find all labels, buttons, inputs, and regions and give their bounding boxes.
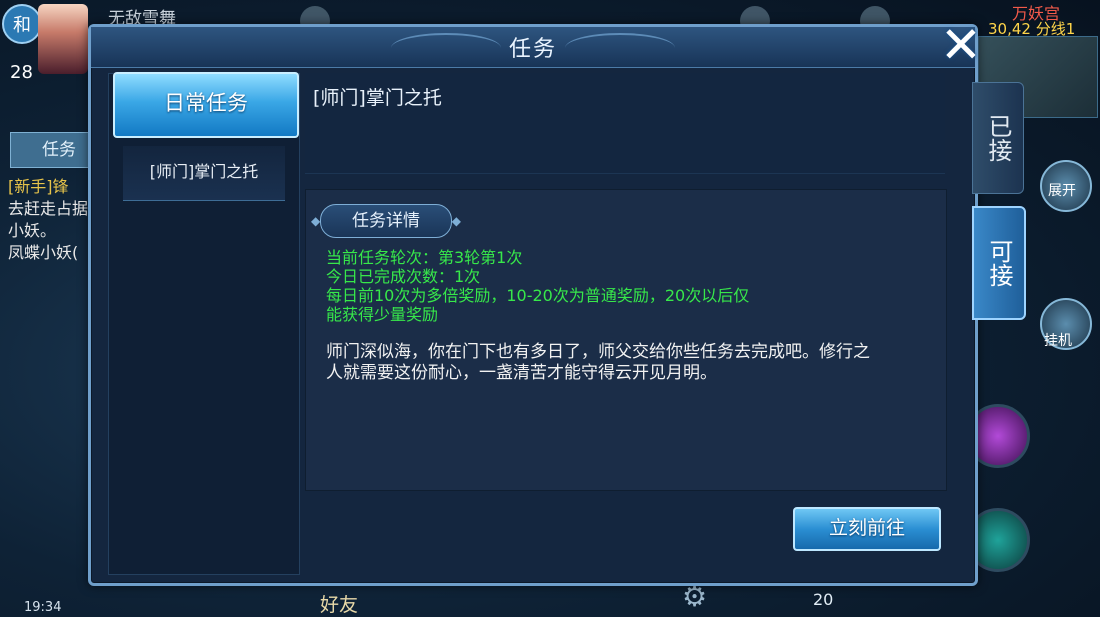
go-now-button[interactable]: 立刻前往 bbox=[793, 507, 941, 551]
daily-task-category-button[interactable]: 日常任务 bbox=[113, 72, 299, 138]
clock: 19:34 bbox=[24, 600, 62, 615]
task-header: [师门]掌门之托 bbox=[305, 73, 945, 174]
tab-available[interactable]: 可接 bbox=[972, 206, 1026, 320]
task-progress-info: 当前任务轮次：第3轮第1次 今日已完成次数：1次 每日前10次为多倍奖励，10-… bbox=[326, 248, 926, 324]
friends-button[interactable]: 好友 bbox=[320, 590, 358, 617]
task-detail-label: 任务详情 bbox=[311, 204, 461, 238]
hud-task-tracker[interactable]: [新手]锋 去赶走占据小妖。 凤蝶小妖( bbox=[8, 176, 98, 264]
player-avatar[interactable] bbox=[38, 4, 88, 74]
tab-accepted[interactable]: 已接 bbox=[972, 82, 1024, 194]
faction-badge: 和 bbox=[2, 4, 42, 44]
afk-label[interactable]: 挂机 bbox=[1044, 330, 1072, 350]
bottom-count: 20 bbox=[813, 590, 834, 609]
task-description: 师门深似海，你在门下也有多日了，师父交给你些任务去完成吧。修行之人就需要这份耐心… bbox=[326, 342, 870, 383]
hud-task-body: 去赶走占据小妖。 bbox=[8, 199, 89, 240]
task-list-item[interactable]: [师门]掌门之托 bbox=[123, 146, 285, 201]
task-list-panel: 日常任务 [师门]掌门之托 bbox=[108, 72, 300, 575]
hud-task-extra: 凤蝶小妖( bbox=[8, 243, 79, 262]
task-reward-line-cont: 能获得少量奖励 bbox=[326, 305, 439, 324]
dialog-title-bar: 任务 bbox=[91, 27, 975, 68]
close-icon[interactable]: ✕ bbox=[933, 17, 989, 73]
expand-label[interactable]: 展开 bbox=[1048, 180, 1076, 200]
task-completed-line: 今日已完成次数：1次 bbox=[326, 267, 481, 286]
task-dialog: 任务 ✕ 日常任务 [师门]掌门之托 [师门]掌门之托 任务详情 当前任务轮次：… bbox=[88, 17, 982, 586]
dialog-title: 任务 bbox=[508, 37, 557, 62]
task-title: [师门]掌门之托 bbox=[313, 87, 442, 109]
task-detail-box: 任务详情 当前任务轮次：第3轮第1次 今日已完成次数：1次 每日前10次为多倍奖… bbox=[305, 189, 947, 491]
task-reward-line: 每日前10次为多倍奖励，10-20次为普通奖励，20次以后仅 bbox=[326, 286, 750, 305]
player-level: 28 bbox=[10, 62, 33, 83]
task-round-line: 当前任务轮次：第3轮第1次 bbox=[326, 248, 523, 267]
hud-task-title: [新手]锋 bbox=[8, 177, 69, 196]
